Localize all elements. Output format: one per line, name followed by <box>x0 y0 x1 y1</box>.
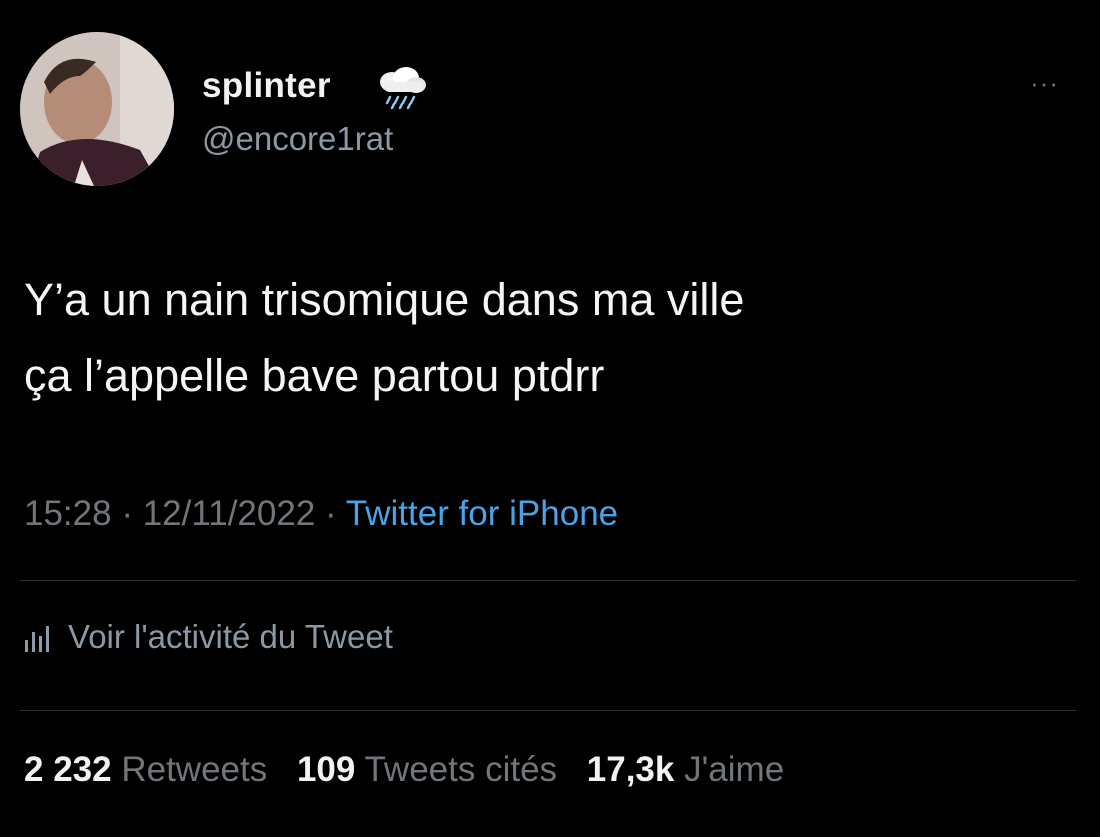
meta-separator: · <box>121 494 133 533</box>
avatar-image <box>20 32 174 186</box>
retweets-count: 2 232 <box>24 750 112 789</box>
tweet-text-line-2: ça l’appelle bave partou ptdrr <box>24 350 605 401</box>
tweet: splinter @encore1rat ··· Y’a un nain tri… <box>0 0 1100 837</box>
user-handle[interactable]: @encore1rat <box>202 120 393 158</box>
tweet-time[interactable]: 15:28 <box>24 494 112 533</box>
tweet-metadata: 15:28 · 12/11/2022 · Twitter for iPhone <box>24 494 618 534</box>
bar-chart-icon <box>25 626 49 652</box>
tweet-date[interactable]: 12/11/2022 <box>143 494 316 533</box>
likes-count: 17,3k <box>586 750 675 789</box>
display-name[interactable]: splinter <box>202 66 331 106</box>
tweet-stats: 2 232 Retweets 109 Tweets cités 17,3k J'… <box>24 750 804 790</box>
tweet-activity-label: Voir l'activité du Tweet <box>68 618 393 655</box>
likes-label: J'aime <box>684 750 785 789</box>
quote-tweets-label: Tweets cités <box>364 750 558 789</box>
retweets-label: Retweets <box>121 750 268 789</box>
likes-stat[interactable]: 17,3k J'aime <box>587 750 784 789</box>
quote-tweets-count: 109 <box>296 750 356 789</box>
more-options-icon[interactable]: ··· <box>1030 68 1059 99</box>
divider <box>20 580 1076 581</box>
divider <box>20 710 1076 711</box>
tweet-text-line-1: Y’a un nain trisomique dans ma ville <box>24 274 745 325</box>
meta-separator: · <box>325 494 337 533</box>
avatar[interactable] <box>20 32 174 186</box>
retweets-stat[interactable]: 2 232 Retweets <box>24 750 277 789</box>
tweet-activity-link[interactable]: Voir l'activité du Tweet <box>24 618 393 656</box>
tweet-source-link[interactable]: Twitter for iPhone <box>346 494 618 533</box>
tweet-text: Y’a un nain trisomique dans ma ville ça … <box>24 262 1074 414</box>
cloud-with-rain-icon <box>380 67 426 110</box>
quote-tweets-stat[interactable]: 109 Tweets cités <box>297 750 567 789</box>
